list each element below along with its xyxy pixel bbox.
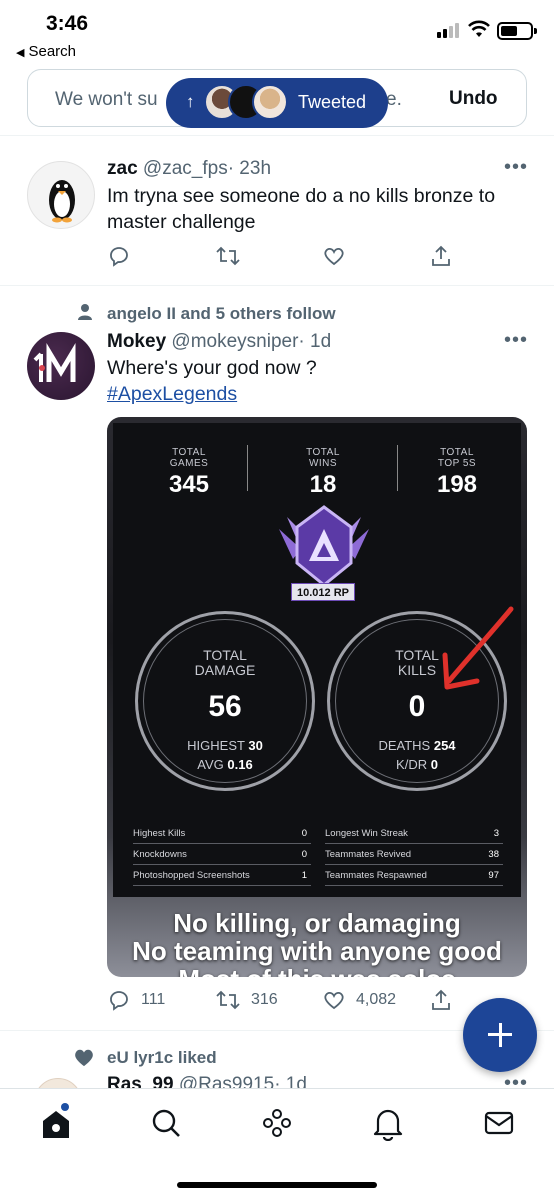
retweet-button[interactable] (215, 244, 241, 268)
retweet-icon (216, 246, 240, 266)
reply-icon (110, 247, 128, 267)
share-icon (432, 245, 450, 266)
like-count: 4,082 (356, 991, 397, 1008)
share-button[interactable] (429, 988, 453, 1012)
stat-total-games: TOTAL GAMES 345 (168, 447, 210, 498)
avatar[interactable] (34, 1078, 82, 1088)
reply-button[interactable] (107, 244, 131, 268)
signal-icon (437, 22, 463, 38)
retweet-count: 316 (251, 991, 278, 1008)
stat-separator (247, 445, 248, 491)
toast-message-end: e. (386, 89, 402, 110)
stat-separator (397, 445, 398, 491)
tweet-author-handle[interactable]: @mokeysniper (171, 331, 298, 352)
wifi-icon (468, 20, 490, 37)
tweeted-label: Tweeted (298, 92, 367, 112)
tweet-text: Im tryna see someone do a no kills bronz… (107, 185, 496, 233)
retweet-button[interactable]: 316 (215, 988, 278, 1012)
tweet-author-handle[interactable]: @Ras9915 (179, 1074, 274, 1088)
arrow-up-icon: ↑ (186, 92, 195, 111)
avatar[interactable] (27, 161, 95, 229)
tab-spaces[interactable] (257, 1105, 297, 1141)
social-context[interactable]: eU lyr1c liked (107, 1048, 217, 1068)
reply-count: 111 (141, 991, 166, 1008)
tweeted-pill[interactable]: ↑ Tweeted (166, 78, 388, 128)
share-icon (432, 989, 450, 1010)
more-options-icon[interactable]: ••• (504, 1074, 528, 1088)
tweet-actions: 111 316 4,082 (107, 988, 527, 1014)
mokey-logo-icon (33, 342, 76, 382)
avatar[interactable] (27, 332, 95, 400)
liked-heart-icon (75, 1049, 93, 1067)
back-triangle-icon: ◀ (16, 47, 25, 59)
like-button[interactable] (322, 244, 346, 268)
notifications-icon (373, 1109, 403, 1142)
home-indicator (177, 1182, 377, 1188)
tweet-author-handle[interactable]: @zac_fps (143, 158, 228, 179)
undo-button[interactable]: Undo (449, 88, 498, 110)
home-icon (43, 1111, 69, 1138)
compose-tweet-button[interactable] (463, 998, 537, 1072)
status-time: 3:46 (46, 12, 89, 35)
retweet-icon (216, 990, 240, 1010)
tweet-actions (107, 244, 527, 270)
tweet-author-name[interactable]: zac (107, 158, 138, 179)
damage-ring: TOTAL DAMAGE 56 HIGHEST 30 AVG 0.16 (135, 611, 315, 791)
stat-total-top5: TOTAL TOP 5S 198 (436, 447, 478, 498)
apex-stats-screen: TOTAL GAMES 345 TOTAL WINS 18 TOTAL TOP 5S … (113, 423, 521, 897)
stat-total-wins: TOTAL WINS 18 (306, 447, 340, 498)
toast-message: We won't su (55, 89, 158, 110)
penguin-icon (49, 180, 75, 223)
more-options-icon[interactable]: ••• (504, 156, 528, 179)
battery-icon (497, 22, 537, 40)
tweet-time: · 23h (227, 158, 272, 179)
tweet-time: · 1d (274, 1074, 307, 1088)
tab-home[interactable] (36, 1103, 76, 1141)
rp-value: 10.012 RP (291, 583, 355, 601)
tab-notifications[interactable] (368, 1105, 408, 1142)
search-icon (152, 1109, 180, 1137)
messages-icon (484, 1111, 514, 1135)
divider (0, 285, 554, 286)
reply-icon (110, 991, 128, 1011)
share-button[interactable] (429, 244, 453, 268)
divider (0, 135, 554, 136)
tweet-text: Where's your god now ? #ApexLegends (107, 355, 527, 407)
person-icon (78, 304, 92, 320)
like-icon (324, 247, 344, 266)
left-stats-table: Highest Kills 0 Knockdowns 0 Photoshopped … (133, 823, 311, 886)
avatar (252, 84, 288, 120)
social-context[interactable]: angelo II and 5 others follow (107, 304, 336, 324)
hashtag-link[interactable]: #ApexLegends (107, 381, 237, 407)
spaces-icon (263, 1109, 291, 1137)
back-label: Search (28, 43, 76, 60)
more-options-icon[interactable]: ••• (504, 329, 528, 352)
tweet-text-line: Where's your god now ? (107, 357, 317, 379)
tweet-author-name[interactable]: Mokey (107, 331, 166, 352)
tweet-media-image[interactable]: TOTAL GAMES 345 TOTAL WINS 18 TOTAL TOP 5S … (107, 417, 527, 977)
status-bar: 3:46 ◀ Search (0, 0, 554, 64)
new-content-dot (61, 1103, 69, 1111)
right-stats-table: Longest Win Streak 3 Teammates Revived 38 … (325, 823, 503, 886)
clipped-tweet-header: Ras_99 @Ras9915· 1d ••• (0, 1074, 554, 1088)
tweet-time: · 1d (298, 331, 332, 352)
tab-messages[interactable] (479, 1105, 519, 1141)
tab-search[interactable] (146, 1105, 186, 1141)
reply-button[interactable]: 111 (107, 988, 165, 1012)
back-to-search-link[interactable]: ◀ Search (16, 43, 76, 60)
red-arrow-annotation (442, 606, 514, 690)
tweet-author-name[interactable]: Ras_99 (107, 1074, 174, 1088)
image-caption: No killing, or damaging No teaming with … (132, 908, 502, 977)
like-icon (324, 991, 344, 1010)
like-button[interactable]: 4,082 (322, 988, 396, 1012)
